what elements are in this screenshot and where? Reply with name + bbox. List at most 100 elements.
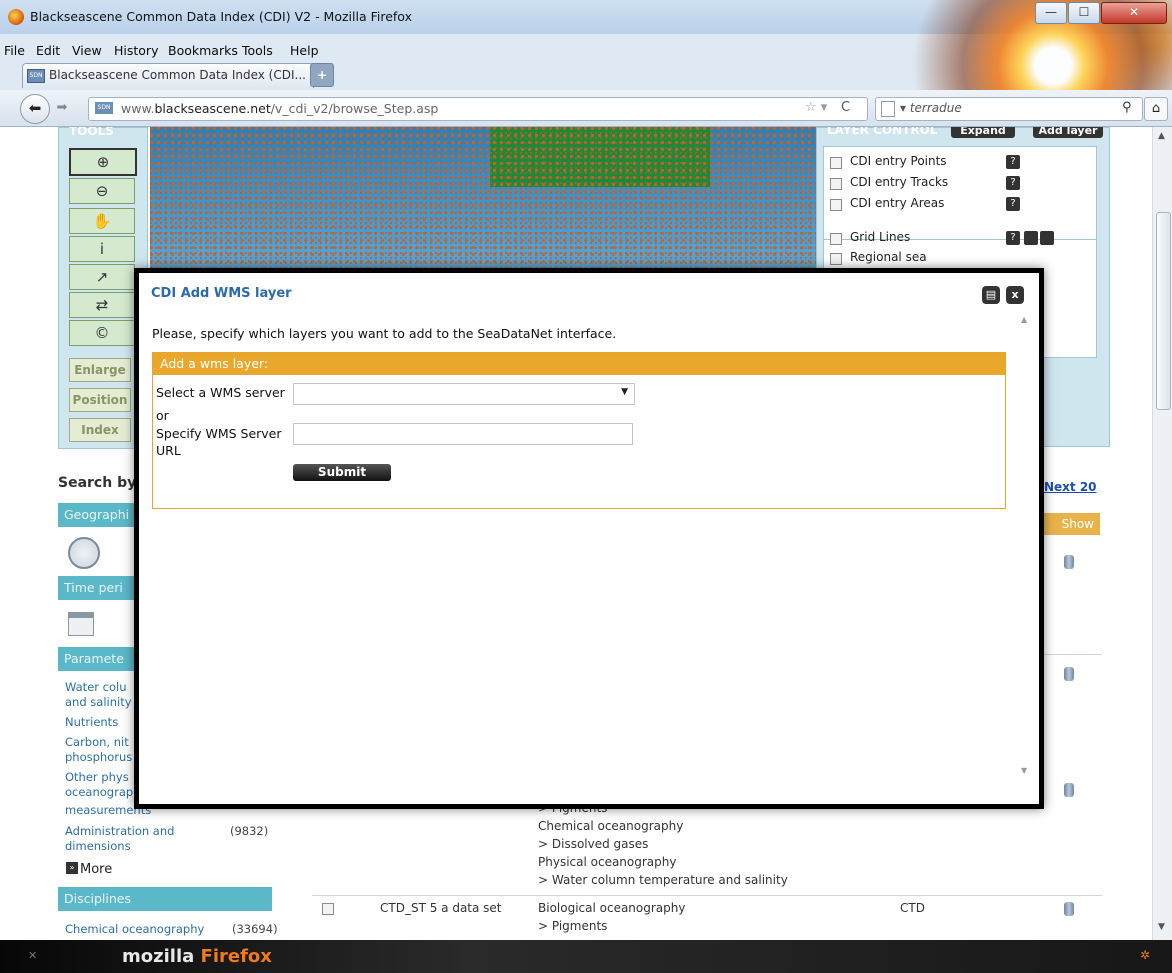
layer-checkbox[interactable]	[830, 233, 842, 245]
wms-server-select[interactable]: ▼	[293, 383, 635, 405]
select-wms-server-label: Select a WMS server	[156, 385, 285, 400]
database-icon[interactable]	[1064, 555, 1074, 569]
menu-help[interactable]: Help	[290, 43, 319, 58]
reload-icon[interactable]: C	[841, 100, 850, 115]
scroll-up-arrow-icon[interactable]: ▲	[1021, 315, 1027, 324]
layer-row[interactable]: CDI entry Tracks ?	[830, 174, 1090, 194]
scrollbar-thumb[interactable]	[1156, 212, 1171, 410]
search-by-heading: Search by	[58, 475, 137, 491]
layer-checkbox[interactable]	[830, 178, 842, 190]
wms-server-url-input[interactable]	[293, 423, 633, 445]
param-link[interactable]: oceanograp	[65, 785, 133, 800]
close-addon-bar-icon[interactable]: ✕	[28, 949, 37, 962]
index-button[interactable]: Index	[69, 418, 131, 442]
page-scrollbar[interactable]: ▲ ▼	[1152, 127, 1172, 940]
copyright-tool[interactable]: ©	[69, 320, 135, 346]
menu-view[interactable]: View	[72, 43, 102, 58]
expand-button[interactable]: Expand	[951, 127, 1015, 138]
layer-checkbox[interactable]	[830, 199, 842, 211]
add-layer-button[interactable]: Add layer	[1033, 127, 1103, 138]
help-icon[interactable]: ?	[1006, 155, 1020, 169]
result-cell: > Water column temperature and salinity	[538, 873, 788, 887]
param-link[interactable]: Administration and	[65, 824, 174, 839]
globe-icon[interactable]	[68, 537, 100, 569]
scroll-up-arrow-icon[interactable]: ▲	[1158, 131, 1165, 141]
wms-url-label-cont: URL	[156, 443, 181, 458]
search-icon[interactable]: ⚲	[1122, 100, 1132, 115]
url-text[interactable]: www.blackseascene.net/v_cdi_v2/browse_St…	[121, 101, 438, 116]
tab-blackseascene[interactable]: SDN Blackseascene Common Data Index (CDI…	[22, 63, 314, 88]
layer-checkbox[interactable]	[830, 253, 842, 265]
add-wms-layer-form: Add a wms layer: Select a WMS server ▼ o…	[152, 352, 1006, 509]
url-bar[interactable]: SDN www.blackseascene.net/v_cdi_v2/brows…	[88, 97, 868, 121]
row-checkbox[interactable]	[322, 903, 334, 915]
move-down-icon[interactable]	[1040, 231, 1054, 245]
site-favicon-icon: SDN	[27, 69, 45, 83]
zoom-in-tool[interactable]: ⊕	[69, 148, 137, 176]
help-icon[interactable]: ?	[1006, 231, 1020, 245]
menu-bookmarks[interactable]: Bookmarks	[168, 43, 238, 58]
disciplines-section[interactable]: Disciplines	[58, 887, 272, 911]
calendar-icon[interactable]	[68, 612, 94, 636]
addon-icon[interactable]: ✲	[1140, 948, 1150, 962]
dialog-instructions: Please, specify which layers you want to…	[152, 326, 617, 341]
home-button[interactable]: ⌂	[1144, 97, 1168, 121]
layer-label: CDI entry Points	[850, 154, 947, 168]
info-tool[interactable]: i	[69, 236, 135, 262]
result-cell: Physical oceanography	[538, 855, 677, 869]
close-window-button[interactable]: ✕	[1101, 2, 1167, 24]
discipline-link[interactable]: Chemical oceanography	[65, 922, 204, 937]
scroll-down-arrow-icon[interactable]: ▼	[1021, 766, 1027, 775]
database-icon[interactable]	[1064, 902, 1074, 916]
menu-history[interactable]: History	[114, 43, 158, 58]
help-icon[interactable]: ?	[1006, 176, 1020, 190]
forward-button[interactable]: ➡	[52, 98, 72, 118]
site-identity-icon[interactable]: SDN	[95, 102, 113, 114]
layer-label: Grid Lines	[850, 230, 911, 244]
param-link[interactable]: Nutrients	[65, 715, 118, 730]
param-link[interactable]: Water colu	[65, 680, 127, 695]
next-20-link[interactable]: Next 20	[1044, 480, 1097, 494]
submit-button[interactable]: Submit	[293, 464, 391, 481]
pan-hand-tool[interactable]: ✋	[69, 208, 135, 234]
search-engine-icon[interactable]	[881, 101, 895, 117]
back-button[interactable]: ⬅	[20, 94, 50, 124]
param-link[interactable]: Carbon, nit	[65, 735, 129, 750]
more-icon[interactable]: »	[66, 862, 78, 874]
layer-checkbox[interactable]	[830, 157, 842, 169]
new-tab-button[interactable]: +	[310, 63, 334, 87]
dialog-close-button[interactable]: x	[1006, 286, 1024, 304]
measure-tool[interactable]: ↗	[69, 264, 135, 290]
layer-row[interactable]: CDI entry Areas ?	[830, 195, 1090, 215]
menu-edit[interactable]: Edit	[36, 43, 60, 58]
param-link[interactable]: dimensions	[65, 839, 131, 854]
maximize-button[interactable]: ☐	[1068, 2, 1100, 24]
minimize-button[interactable]: —	[1035, 2, 1067, 24]
search-bar[interactable]: ▾ terradue ⚲	[875, 97, 1143, 121]
param-link[interactable]: Other phys	[65, 770, 129, 785]
print-icon[interactable]: ▤	[982, 286, 1000, 304]
bookmark-star-icon[interactable]: ☆ ▾	[805, 100, 827, 115]
database-icon[interactable]	[1064, 667, 1074, 681]
more-link[interactable]: More	[80, 862, 112, 877]
move-up-icon[interactable]	[1024, 231, 1038, 245]
menu-file[interactable]: File	[4, 43, 25, 58]
layer-row[interactable]: Grid Lines ?	[830, 229, 1090, 249]
menu-tools[interactable]: Tools	[242, 43, 273, 58]
map-data-points	[150, 127, 816, 270]
param-link[interactable]: and salinity	[65, 695, 132, 710]
chevron-down-icon[interactable]: ▼	[621, 387, 628, 397]
database-icon[interactable]	[1064, 783, 1074, 797]
refresh-tool[interactable]: ⇄	[69, 292, 135, 318]
tab-title: Blackseascene Common Data Index (CDI...	[49, 68, 306, 82]
position-button[interactable]: Position	[69, 388, 131, 412]
zoom-out-tool[interactable]: ⊖	[69, 178, 135, 204]
scroll-down-arrow-icon[interactable]: ▼	[1158, 922, 1165, 932]
dataset-name[interactable]: CTD_ST 5 a data set	[380, 899, 502, 917]
dialog-scrollbar[interactable]: ▲ ▼	[1018, 311, 1032, 781]
layer-row[interactable]: CDI entry Points ?	[830, 153, 1090, 173]
param-link[interactable]: phosphorus	[65, 750, 132, 765]
enlarge-button[interactable]: Enlarge	[69, 358, 131, 382]
layer-row[interactable]: Regional sea	[830, 249, 1090, 269]
help-icon[interactable]: ?	[1006, 197, 1020, 211]
